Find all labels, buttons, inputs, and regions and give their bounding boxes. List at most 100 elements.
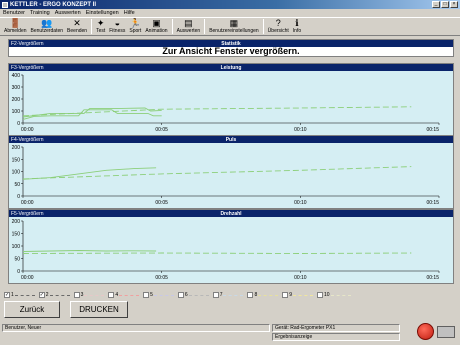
- x-tick-label: 00:05: [155, 127, 168, 133]
- drehzahl-panel[interactable]: F5-Vergrößern Drehzahl 0 50 100 150 200 00:00…: [8, 209, 454, 284]
- statistik-message: Zur Ansicht Fenster vergrößern.: [9, 47, 453, 56]
- close-window-button[interactable]: ×: [450, 1, 458, 8]
- toolbar-benutzerdaten-button[interactable]: 👥 Benutzerdaten: [29, 17, 66, 35]
- legend-checkbox[interactable]: [73, 292, 80, 298]
- leistung-chart: 0 100 200 300 400 00:00 00:05 00:10 00:15: [12, 73, 440, 133]
- animation-icon: ▣: [152, 18, 161, 28]
- back-button[interactable]: Zurück: [4, 301, 60, 318]
- legend-number: 9: [289, 292, 293, 298]
- series-line: [22, 167, 157, 180]
- legend-item[interactable]: 8: [247, 292, 279, 298]
- legend-number: 10: [324, 292, 330, 298]
- y-tick-label: 100: [12, 170, 21, 176]
- toolbar-separator: [91, 19, 93, 34]
- legend-checkbox[interactable]: [317, 292, 324, 298]
- statistik-header: F2-Vergrößern Statistik: [9, 40, 453, 47]
- evaluate-icon: ▤: [184, 18, 193, 28]
- title-bar: KETTLER - ERGO KONZEPT II _ □ ×: [0, 0, 460, 9]
- toolbar-label: Übersicht: [267, 28, 289, 34]
- legend-checkbox[interactable]: [143, 292, 150, 298]
- toolbar-fitness-button[interactable]: ◒ Fitness: [107, 17, 127, 35]
- sport-icon: 🏃: [129, 18, 141, 28]
- toolbar-abmelden-button[interactable]: 🚪 Abmelden: [2, 17, 29, 35]
- minimize-button[interactable]: _: [432, 1, 440, 8]
- toolbar-bersicht-button[interactable]: ? Übersicht: [266, 17, 291, 35]
- toolbar-sport-button[interactable]: 🏃 Sport: [127, 17, 143, 35]
- menu-bar: Benutzer Training Auswerten Einstellunge…: [0, 9, 460, 17]
- toolbar-separator: [262, 19, 264, 34]
- menu-einstellungen[interactable]: Einstellungen: [86, 10, 119, 16]
- legend-checkbox[interactable]: ✓: [4, 292, 10, 298]
- x-tick-label: 00:00: [21, 200, 34, 206]
- toolbar-beenden-button[interactable]: ✕ Beenden: [65, 17, 89, 35]
- logo-emblem-icon: [417, 323, 434, 340]
- toolbar-label: Animation: [145, 28, 168, 34]
- app-icon: [2, 1, 8, 8]
- legend-number: 2: [45, 292, 49, 298]
- toolbar-label: Auswerten: [176, 28, 201, 34]
- toolbar-label: Abmelden: [4, 28, 27, 34]
- legend-item[interactable]: ✓ 1: [4, 292, 35, 298]
- legend-line-swatch: [330, 294, 351, 296]
- toolbar-label: Sport: [129, 28, 142, 34]
- toolbar-auswerten-button[interactable]: ▤ Auswerten: [175, 17, 203, 35]
- menu-hilfe[interactable]: Hilfe: [124, 10, 135, 16]
- legend-checkbox[interactable]: ✓: [38, 292, 45, 298]
- fitness-icon: ◒: [114, 18, 121, 28]
- legend-number: 1: [11, 292, 14, 298]
- puls-panel[interactable]: F4-Vergrößern Puls 0 50 100 150 200 00:00 00:0…: [8, 135, 454, 209]
- legend-line-swatch: [49, 294, 70, 296]
- legend-item[interactable]: 10: [317, 292, 351, 298]
- toolbar: 🚪 Abmelden 👥 Benutzerdaten ✕ Beenden ✦ Test ◒ Fit…: [0, 17, 460, 36]
- legend-item[interactable]: 9: [282, 292, 314, 298]
- leistung-panel[interactable]: F3-Vergrößern Leistung 0 100 200 300 400 00:0…: [8, 63, 454, 136]
- drehzahl-plot: 0 50 100 150 200 00:00 00:05 00:10 00:15: [9, 217, 453, 283]
- toolbar-animation-button[interactable]: ▣ Animation: [143, 17, 169, 35]
- toolbar-separator: [204, 19, 206, 34]
- test-icon: ✦: [96, 18, 105, 28]
- window-title: KETTLER - ERGO KONZEPT II: [10, 1, 97, 8]
- user-data-icon: 👥: [41, 18, 53, 28]
- series-line: [22, 106, 412, 117]
- y-tick-label: 100: [12, 244, 21, 250]
- toolbar-label: Test: [96, 28, 106, 34]
- menu-auswerten[interactable]: Auswerten: [55, 10, 81, 16]
- legend-checkbox[interactable]: [108, 292, 115, 298]
- logo-badge: [437, 325, 455, 338]
- legend-checkbox[interactable]: [212, 292, 219, 298]
- y-tick-label: 0: [17, 269, 20, 275]
- y-tick-label: 0: [17, 121, 20, 127]
- legend-item[interactable]: 6: [177, 292, 209, 298]
- toolbar-label: Benutzereinstellungen: [209, 28, 259, 34]
- toolbar-label: Info: [292, 28, 302, 34]
- status-device: Gerät: Rad-Ergometer PX1: [272, 324, 400, 332]
- menu-benutzer[interactable]: Benutzer: [3, 10, 25, 16]
- legend-checkbox[interactable]: [282, 292, 289, 298]
- legend-line-swatch: [119, 294, 140, 296]
- print-button[interactable]: DRUCKEN: [70, 301, 128, 318]
- legend-item[interactable]: 3: [73, 292, 105, 298]
- legend-item[interactable]: ✓ 2: [38, 292, 70, 298]
- toolbar-test-button[interactable]: ✦ Test: [94, 17, 107, 35]
- toolbar-benutzereinstellungen-button[interactable]: ▦ Benutzereinstellungen: [207, 17, 260, 35]
- menu-training[interactable]: Training: [30, 10, 50, 16]
- legend-item[interactable]: 5: [143, 292, 174, 298]
- toolbar-info-button[interactable]: ℹ Info: [291, 17, 303, 35]
- legend-line-swatch: [153, 294, 174, 296]
- y-tick-label: 200: [12, 145, 21, 151]
- close-icon: ✕: [73, 18, 81, 28]
- legend-line-swatch: [14, 294, 35, 296]
- x-tick-label: 00:10: [294, 127, 307, 133]
- maximize-button[interactable]: □: [441, 1, 449, 8]
- legend-item[interactable]: 4: [108, 292, 140, 298]
- x-tick-label: 00:10: [294, 275, 307, 281]
- y-tick-label: 50: [14, 257, 20, 263]
- y-tick-label: 150: [12, 157, 21, 163]
- legend-number: 6: [184, 292, 188, 298]
- legend-checkbox[interactable]: [177, 292, 184, 298]
- toolbar-separator: [171, 19, 173, 34]
- help-icon: ?: [275, 18, 281, 28]
- legend-checkbox[interactable]: [247, 292, 254, 298]
- legend-item[interactable]: 7: [212, 292, 244, 298]
- legend-line-swatch: [293, 294, 314, 296]
